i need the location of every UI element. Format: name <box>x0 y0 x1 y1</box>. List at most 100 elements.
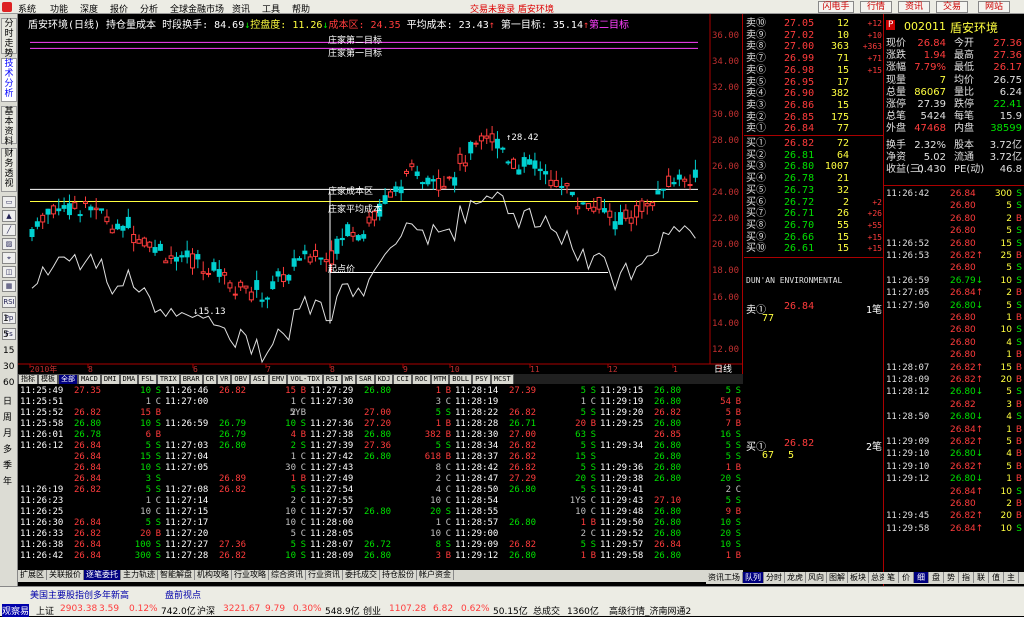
tool-icon[interactable]: ⌖ <box>2 252 16 264</box>
tool-icon[interactable]: ◫ <box>2 266 16 278</box>
kline-chart[interactable]: ↑28.42 ↓15.13 2010年 8 6 7 8 9 10 11 12 1 2 日线 盾安环境(日线… <box>18 14 743 374</box>
tool-icon[interactable]: ▲ <box>2 210 16 222</box>
indicator-tab[interactable]: MACD <box>78 374 101 384</box>
bottom-tab[interactable]: 主力轨迹 <box>121 570 158 580</box>
side-tab[interactable]: 技术分析 <box>1 58 17 102</box>
indicator-tab[interactable]: PSY <box>472 374 491 384</box>
bottom-tab[interactable]: 行业资讯 <box>306 570 343 580</box>
candle-body <box>660 188 666 191</box>
indicator-tab[interactable]: MTM <box>430 374 450 384</box>
period-button[interactable]: 60 <box>3 378 14 388</box>
quote-value: 26.84 <box>917 38 946 49</box>
quote-tab[interactable]: 指 <box>959 572 974 583</box>
quote-tab[interactable]: 主 <box>1004 572 1019 583</box>
ob-tab[interactable]: 图解 <box>827 572 848 583</box>
side-tab[interactable]: 基本资料 <box>1 106 17 147</box>
indicator-tab[interactable]: BOLL <box>449 374 473 384</box>
tick-row: 11:28:09 26.80 3 B <box>308 551 453 562</box>
bottom-tab[interactable]: 机构攻略 <box>195 570 232 580</box>
quote-tab[interactable]: 细 <box>914 572 929 583</box>
indicator-tab[interactable]: TRIX <box>156 374 180 384</box>
level-price: 27.00 <box>784 41 815 53</box>
ob-tab[interactable]: 风向 <box>806 572 827 583</box>
indicator-tab[interactable]: WR <box>341 374 356 384</box>
period-button[interactable]: 年 <box>3 474 12 487</box>
indicator-tab[interactable]: RSI <box>322 374 342 384</box>
bottom-tab[interactable]: 扩展区 <box>18 570 47 580</box>
ob-tab[interactable]: 队列 <box>743 572 764 583</box>
tick-vol: 2 <box>580 529 586 539</box>
period-button[interactable]: 1 <box>3 314 9 324</box>
bottom-tab[interactable]: 持仓股份 <box>380 570 417 580</box>
news-headline-2[interactable]: 盘前视点 <box>165 588 201 601</box>
indicator-tab[interactable]: FSL <box>138 374 157 384</box>
quote-tab[interactable]: 笔 <box>884 572 899 583</box>
tool-icon[interactable]: ▨ <box>2 238 16 250</box>
indicator-tab[interactable]: MCST <box>490 374 514 384</box>
ob-tab[interactable]: 分时 <box>764 572 785 583</box>
period-button[interactable]: 季 <box>3 458 12 471</box>
period-button[interactable]: 15 <box>3 346 14 356</box>
indicator-tab[interactable]: VOL-TDX <box>287 374 323 384</box>
side-tab[interactable]: 分时走势 <box>1 18 17 59</box>
bottom-tab[interactable]: 逐笔委托 <box>84 570 121 580</box>
quote-tick-row: 26.80 5 S <box>884 200 1024 212</box>
tick-row: 11:28:30 27.00 63 S <box>453 430 598 441</box>
quote-tab[interactable]: 价 <box>899 572 914 583</box>
bottom-tab[interactable]: 综合资讯 <box>269 570 306 580</box>
period-button[interactable]: 月 <box>3 426 12 439</box>
news-headline-1[interactable]: 美国主要股指创多年新高 <box>30 588 129 601</box>
candle-body <box>136 239 142 244</box>
bottom-tab[interactable]: 关联报价 <box>47 570 84 580</box>
indicator-tab[interactable]: ROC <box>411 374 431 384</box>
indicator-tab[interactable]: 全部 <box>58 374 78 384</box>
bottom-tab[interactable]: 智能解盘 <box>158 570 195 580</box>
candle-body <box>45 208 51 215</box>
candle-body <box>671 182 677 185</box>
period-button[interactable]: 周 <box>3 410 12 423</box>
tick-flag: S <box>1016 387 1022 398</box>
indicator-tab[interactable]: DMA <box>119 374 139 384</box>
bottom-tab[interactable]: 委托成交 <box>343 570 380 580</box>
indicator-tab[interactable]: SAR <box>356 374 375 384</box>
ob-tab[interactable]: 龙虎 <box>785 572 806 583</box>
tool-icon[interactable]: ▦ <box>2 280 16 292</box>
tool-button[interactable]: RSI <box>2 296 16 308</box>
tick-vol: 2 <box>1006 499 1012 509</box>
side-tab[interactable]: 财务透视 <box>1 148 17 192</box>
indicator-tab[interactable]: 指标 <box>18 374 38 384</box>
indicator-tab[interactable]: BRAR <box>179 374 203 384</box>
period-button[interactable]: 30 <box>3 362 14 372</box>
period-button[interactable]: 日 <box>3 394 12 407</box>
level-label: 买⑦ <box>746 208 766 220</box>
indicator-tab[interactable]: CR <box>202 374 217 384</box>
indicator-tab[interactable]: EMV <box>268 374 288 384</box>
quote-tab[interactable]: 联 <box>974 572 989 583</box>
indicator-tab[interactable]: ASI <box>250 374 269 384</box>
indicator-tab[interactable]: DMI <box>100 374 120 384</box>
ob-tab[interactable]: 板块 <box>848 572 869 583</box>
indicator-tab[interactable]: OBV <box>231 374 251 384</box>
indicator-tab[interactable]: 模板 <box>38 374 58 384</box>
tool-icon[interactable]: ╱ <box>2 224 16 236</box>
indicator-tab[interactable]: KDJ <box>374 374 394 384</box>
top-button[interactable]: 闪电手 <box>818 1 854 13</box>
indicator-tab[interactable]: CCI <box>393 374 412 384</box>
top-button[interactable]: 交易 <box>936 1 968 13</box>
quote-tab[interactable]: 盘 <box>929 572 944 583</box>
quote-row: 换手 2.32% 股本 3.72亿 <box>884 140 1024 152</box>
bottom-tab[interactable]: 帐户资金 <box>417 570 454 580</box>
indicator-tab[interactable]: VR <box>216 374 232 384</box>
bottom-tab[interactable]: 行业攻略 <box>232 570 269 580</box>
quote-tab[interactable]: 值 <box>989 572 1004 583</box>
quote-tab[interactable]: 势 <box>944 572 959 583</box>
top-button[interactable]: 行情 <box>860 1 892 13</box>
candle-body <box>280 274 286 283</box>
tick-row: 11:26:59 26.79 10 S <box>163 419 308 430</box>
top-button[interactable]: 资讯 <box>898 1 930 13</box>
ob-tab[interactable]: 资讯工场 <box>706 572 743 583</box>
top-button[interactable]: 网站 <box>978 1 1010 13</box>
period-button[interactable]: 5 <box>3 330 9 340</box>
tool-icon[interactable]: ▭ <box>2 196 16 208</box>
period-button[interactable]: 多 <box>3 442 12 455</box>
